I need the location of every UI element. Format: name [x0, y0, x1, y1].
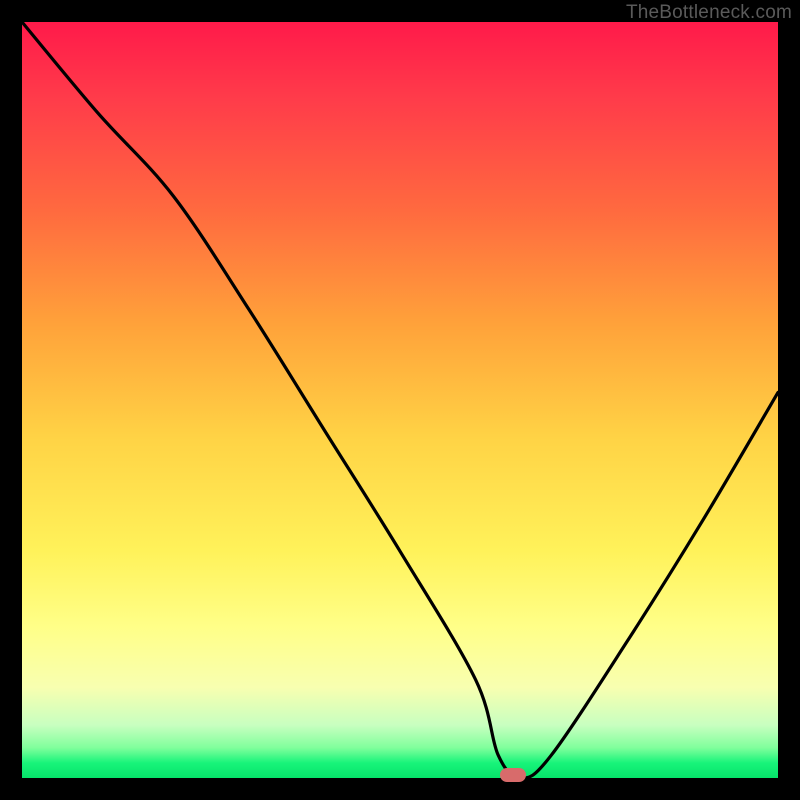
chart-container: TheBottleneck.com [0, 0, 800, 800]
optimal-point-marker [500, 768, 526, 782]
bottleneck-curve [22, 22, 778, 778]
watermark-text: TheBottleneck.com [626, 2, 792, 24]
